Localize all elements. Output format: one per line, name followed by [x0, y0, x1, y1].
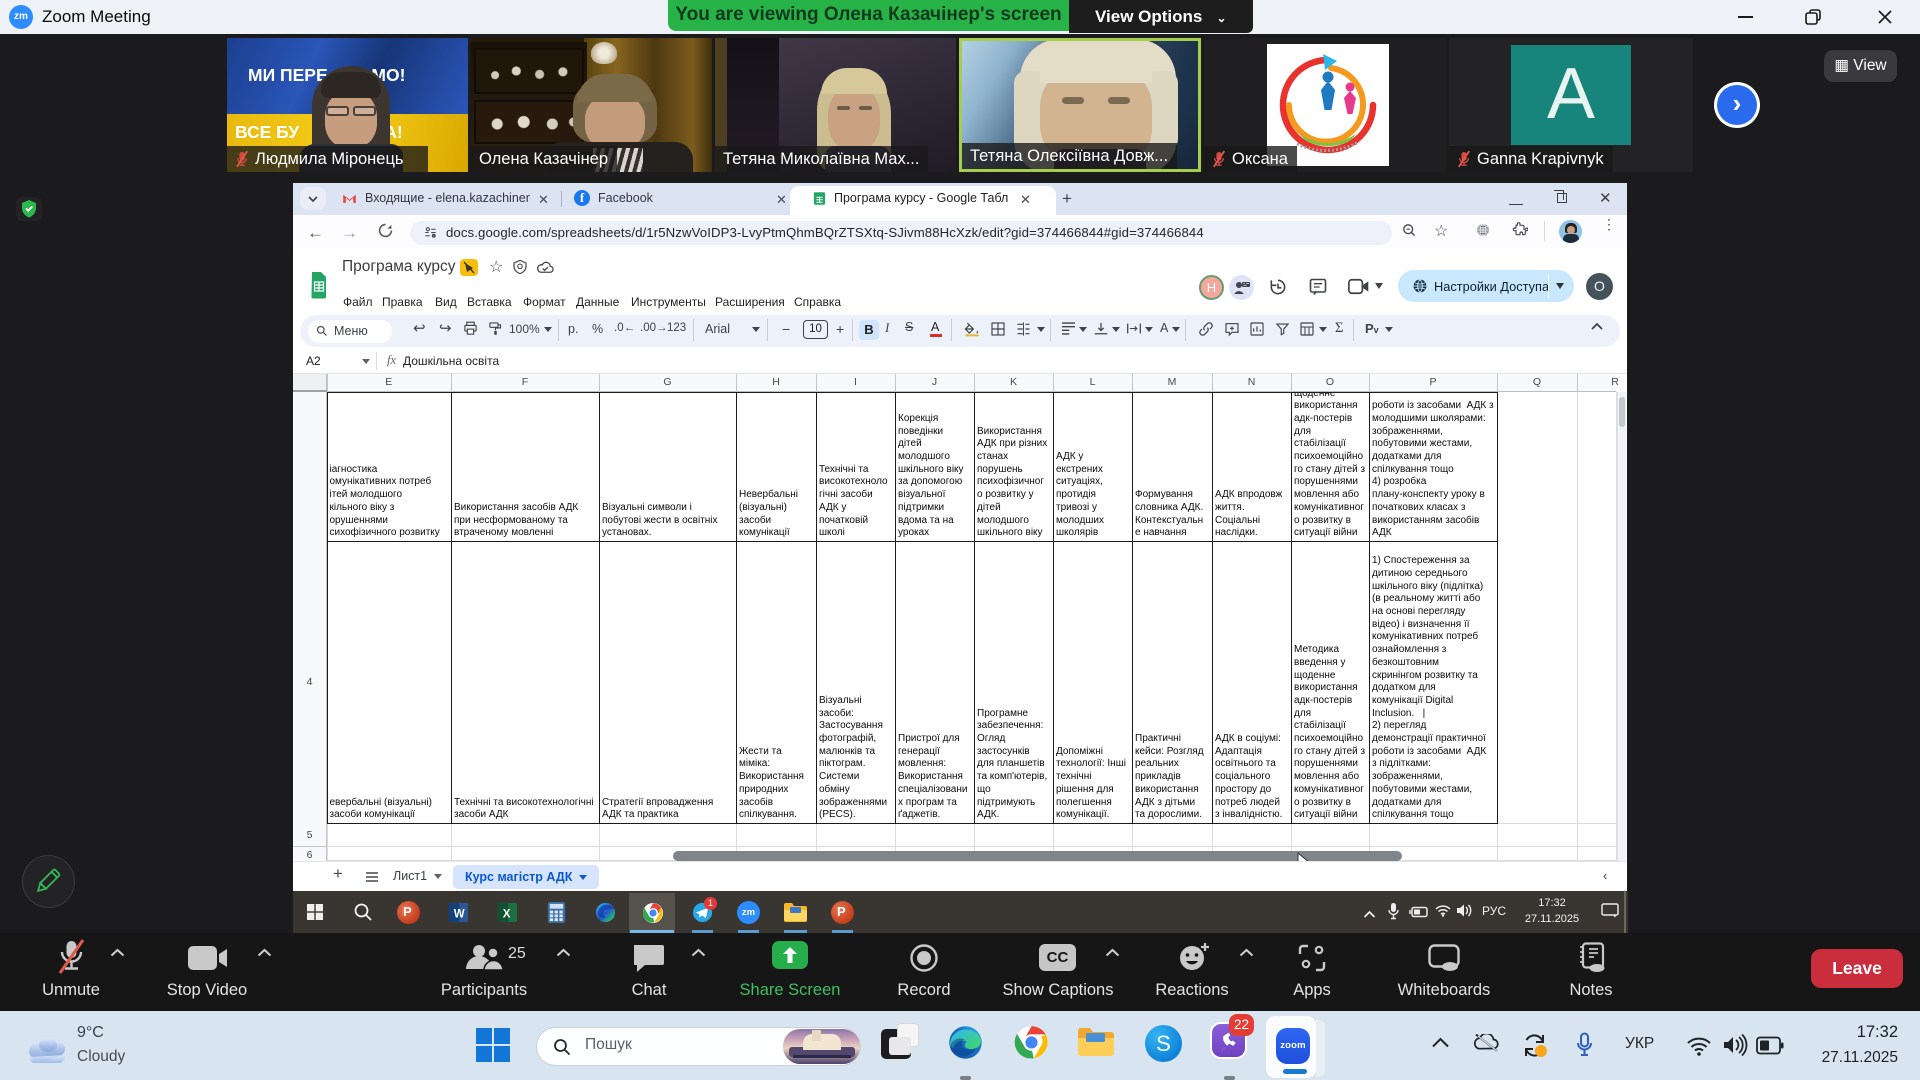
svg-text:W: W: [454, 908, 465, 920]
svg-text:X: X: [503, 908, 511, 920]
